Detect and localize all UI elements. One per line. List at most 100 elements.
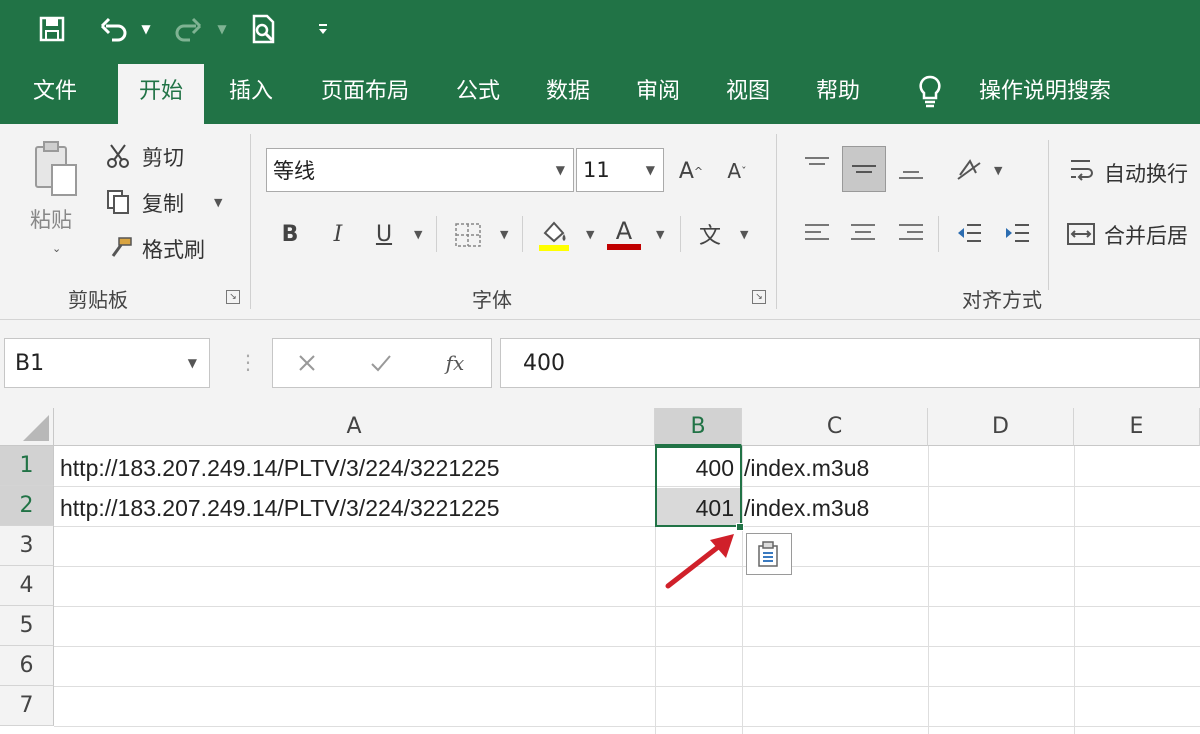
row-header-1[interactable]: 1 xyxy=(0,446,54,486)
cut-button[interactable]: 剪切 xyxy=(142,142,184,172)
font-color-dropdown-icon[interactable]: ▼ xyxy=(656,228,664,241)
gridline xyxy=(54,566,1200,567)
column-header-e[interactable]: E xyxy=(1074,408,1200,446)
merge-center-button[interactable]: 合并后居 xyxy=(1104,220,1188,250)
tab-formulas[interactable]: 公式 xyxy=(440,60,516,124)
decrease-indent-icon[interactable] xyxy=(952,218,986,248)
formula-input[interactable]: 400 xyxy=(500,338,1200,388)
select-all-button[interactable] xyxy=(0,408,54,446)
paste-button[interactable]: 粘贴 xyxy=(30,204,72,234)
name-box-value: B1 xyxy=(15,350,45,376)
cancel-icon[interactable] xyxy=(291,348,323,378)
middle-align-icon[interactable] xyxy=(842,146,886,192)
italic-button[interactable]: I xyxy=(324,220,352,248)
underline-button[interactable]: U xyxy=(370,220,398,248)
redo-dropdown-icon[interactable]: ▼ xyxy=(212,12,232,46)
tab-home[interactable]: 开始 xyxy=(118,64,204,124)
lightbulb-icon xyxy=(910,60,950,124)
tab-page-layout[interactable]: 页面布局 xyxy=(306,60,424,124)
font-color-bar xyxy=(607,244,641,250)
tab-review[interactable]: 审阅 xyxy=(620,60,696,124)
border-icon[interactable] xyxy=(452,220,484,250)
cell-a1[interactable]: http://183.207.249.14/PLTV/3/224/3221225 xyxy=(60,448,500,488)
group-separator xyxy=(250,134,251,309)
tab-file[interactable]: 文件 xyxy=(14,60,96,124)
column-header-c[interactable]: C xyxy=(742,408,928,446)
auto-fill-options-icon[interactable] xyxy=(746,533,792,575)
align-left-icon[interactable] xyxy=(800,218,834,248)
orientation-icon[interactable] xyxy=(952,152,986,186)
row-header-5[interactable]: 5 xyxy=(0,606,54,646)
phonetic-icon[interactable]: 文 xyxy=(694,218,726,250)
enter-icon[interactable] xyxy=(365,348,397,378)
format-painter-button[interactable]: 格式刷 xyxy=(142,234,205,264)
row-header-3[interactable]: 3 xyxy=(0,526,54,566)
orientation-dropdown-icon[interactable]: ▼ xyxy=(994,164,1002,177)
cell-c2[interactable]: /index.m3u8 xyxy=(744,488,869,528)
bottom-align-icon[interactable] xyxy=(894,156,928,186)
bold-button[interactable]: B xyxy=(276,220,304,248)
scissors-icon xyxy=(104,142,132,170)
font-color-icon[interactable]: A xyxy=(604,214,644,254)
undo-icon[interactable] xyxy=(96,12,132,46)
cell-b2[interactable]: 401 xyxy=(657,488,740,528)
font-group-label: 字体 xyxy=(472,288,512,312)
quick-access-toolbar: ▼ ▼ xyxy=(0,0,1200,60)
row-header-7[interactable]: 7 xyxy=(0,686,54,726)
chevron-down-icon: ▼ xyxy=(645,163,655,177)
separator xyxy=(938,216,939,252)
insert-function-icon[interactable]: fx xyxy=(437,348,473,378)
row-header-4[interactable]: 4 xyxy=(0,566,54,606)
column-header-b[interactable]: B xyxy=(655,408,742,446)
save-icon[interactable] xyxy=(34,12,70,46)
top-align-icon[interactable] xyxy=(800,150,834,180)
tab-view[interactable]: 视图 xyxy=(710,60,786,124)
gridline xyxy=(742,446,743,734)
name-box[interactable]: B1 ▼ xyxy=(4,338,210,388)
tab-insert[interactable]: 插入 xyxy=(214,60,288,124)
column-header-d[interactable]: D xyxy=(928,408,1074,446)
copy-icon xyxy=(104,188,132,216)
column-header-a[interactable]: A xyxy=(54,408,655,446)
font-launcher-icon[interactable]: ↘ xyxy=(752,290,766,304)
fill-color-dropdown-icon[interactable]: ▼ xyxy=(586,228,594,241)
redo-icon[interactable] xyxy=(170,12,206,46)
row-header-2[interactable]: 2 xyxy=(0,486,54,526)
customize-qat-icon[interactable] xyxy=(312,12,334,46)
print-preview-icon[interactable] xyxy=(246,12,282,46)
wrap-text-button[interactable]: 自动换行 xyxy=(1104,158,1188,188)
tab-help[interactable]: 帮助 xyxy=(800,60,876,124)
font-name-select[interactable]: 等线 ▼ xyxy=(266,148,574,192)
grow-font-label: A xyxy=(678,158,694,184)
chevron-down-icon: ▼ xyxy=(555,163,565,177)
phonetic-dropdown-icon[interactable]: ▼ xyxy=(740,228,748,241)
gridline xyxy=(54,726,1200,727)
cell-a2[interactable]: http://183.207.249.14/PLTV/3/224/3221225 xyxy=(60,488,500,528)
clipboard-launcher-icon[interactable]: ↘ xyxy=(226,290,240,304)
shrink-font-icon[interactable]: Aˇ xyxy=(722,156,752,186)
fill-color-icon[interactable] xyxy=(536,216,572,254)
tab-data[interactable]: 数据 xyxy=(530,60,606,124)
align-center-icon[interactable] xyxy=(846,218,880,248)
align-right-icon[interactable] xyxy=(894,218,928,248)
border-dropdown-icon[interactable]: ▼ xyxy=(500,228,508,241)
undo-dropdown-icon[interactable]: ▼ xyxy=(136,12,156,46)
cell-c1[interactable]: /index.m3u8 xyxy=(744,448,869,488)
increase-indent-icon[interactable] xyxy=(1000,218,1034,248)
annotation-arrow-icon xyxy=(665,534,734,589)
grow-font-icon[interactable]: A ^ xyxy=(676,156,706,186)
copy-dropdown-icon[interactable]: ▼ xyxy=(214,196,222,209)
tell-me-search[interactable]: 操作说明搜索 xyxy=(960,60,1130,124)
gridline xyxy=(54,606,1200,607)
underline-dropdown-icon[interactable]: ▼ xyxy=(414,228,422,241)
font-size-select[interactable]: 11 ▼ xyxy=(576,148,664,192)
separator xyxy=(522,216,523,252)
clipboard-group-label: 剪贴板 xyxy=(68,288,128,312)
copy-button[interactable]: 复制 xyxy=(142,188,184,218)
cell-b1[interactable]: 400 xyxy=(657,448,740,488)
chevron-down-icon: ▼ xyxy=(187,356,197,370)
row-header-6[interactable]: 6 xyxy=(0,646,54,686)
paste-icon[interactable] xyxy=(28,138,84,198)
paste-dropdown-icon[interactable]: ⌄ xyxy=(52,242,61,255)
wrap-text-icon xyxy=(1066,154,1098,186)
